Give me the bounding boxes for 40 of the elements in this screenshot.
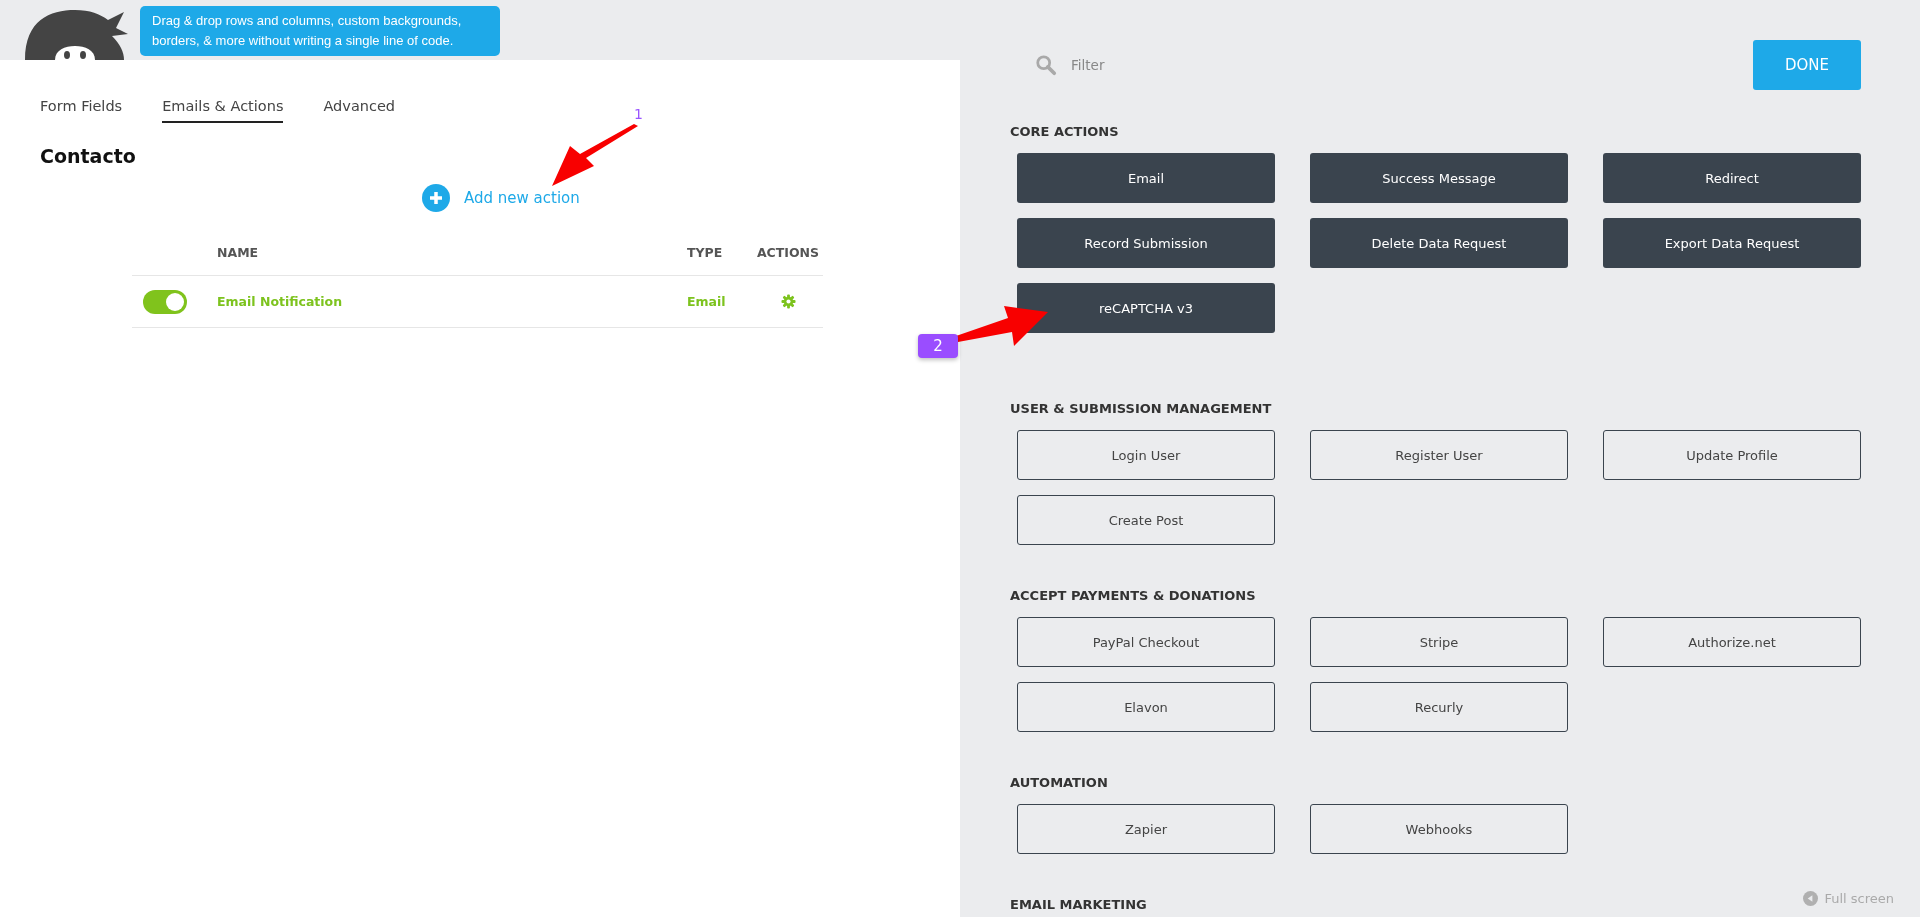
action-button[interactable]: Export Data Request [1603, 218, 1861, 268]
section-heading: AUTOMATION [1010, 775, 1108, 790]
search-icon [1035, 54, 1057, 76]
annotation-badge: 2 [918, 334, 958, 358]
action-button[interactable]: Elavon [1017, 682, 1275, 732]
filter-field[interactable]: Filter [1069, 56, 1753, 74]
play-left-icon [1803, 891, 1819, 906]
section-heading: CORE ACTIONS [1010, 124, 1119, 139]
action-button[interactable]: Register User [1310, 430, 1568, 480]
form-title: Contacto [40, 145, 137, 167]
toggle-switch[interactable] [143, 289, 187, 314]
action-button[interactable]: Redirect [1603, 153, 1861, 203]
action-button[interactable]: Stripe [1310, 617, 1568, 667]
action-button[interactable]: Record Submission [1017, 218, 1275, 268]
section-heading: ACCEPT PAYMENTS & DONATIONS [1010, 588, 1256, 603]
column-header: ACTIONS [755, 245, 821, 260]
action-button[interactable]: reCAPTCHA v3 [1017, 283, 1275, 333]
action-type: Email [687, 294, 727, 309]
action-button[interactable]: PayPal Checkout [1017, 617, 1275, 667]
annotation-number: 1 [634, 106, 643, 122]
action-button[interactable]: Login User [1017, 430, 1275, 480]
column-header: NAME [217, 245, 260, 260]
section-heading: USER & SUBMISSION MANAGEMENT [1010, 401, 1272, 416]
action-button[interactable]: Authorize.net [1603, 617, 1861, 667]
action-button[interactable]: Recurly [1310, 682, 1568, 732]
action-button[interactable]: Email [1017, 153, 1275, 203]
action-button[interactable]: Webhooks [1310, 804, 1568, 854]
action-button[interactable]: Delete Data Request [1310, 218, 1568, 268]
action-button[interactable]: Success Message [1310, 153, 1568, 203]
tab[interactable]: Emails & Actions [162, 94, 284, 123]
tab[interactable]: Form Fields [40, 94, 123, 123]
plus-icon[interactable] [422, 184, 450, 212]
section-heading: EMAIL MARKETING [1010, 897, 1147, 912]
column-header: TYPE [687, 245, 724, 260]
action-button[interactable]: Zapier [1017, 804, 1275, 854]
action-button[interactable]: Update Profile [1603, 430, 1861, 480]
tab[interactable]: Advanced [323, 94, 396, 123]
action-button[interactable]: Create Post [1017, 495, 1275, 545]
settings-icon[interactable] [780, 294, 796, 309]
tooltip: Drag & drop rows and columns, custom backgrounds, borders, & more without writing a single line of code. [140, 6, 500, 56]
